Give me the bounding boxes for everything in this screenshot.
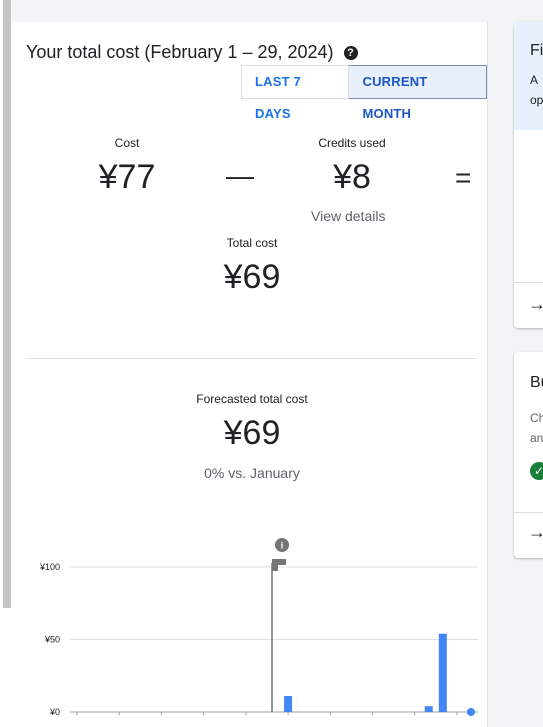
forecast-compare: 0% vs. January [204, 465, 300, 481]
minus-operator: — [226, 160, 254, 191]
y-tick-label: ¥50 [44, 635, 60, 645]
forecast-label: Forecasted total cost [196, 392, 308, 406]
side-card-top-title: Fi [530, 42, 543, 59]
cost-card-title-text: Your total cost (February 1 – 29, 2024) [26, 42, 334, 62]
current-month-button[interactable]: CURRENT MONTH [349, 65, 487, 121]
cost-bar [284, 696, 293, 712]
cost-value: ¥77 [98, 158, 156, 196]
side-card-top: Fi A op → [514, 22, 543, 328]
cost-overview-card: Your total cost (February 1 – 29, 2024) … [12, 22, 488, 727]
cost-label: Cost [114, 136, 140, 150]
total-cost-value: ¥69 [223, 258, 281, 296]
credits-used-value: ¥8 [333, 158, 371, 196]
check-circle-icon: ✓ [530, 462, 543, 480]
last-7-days-button[interactable]: LAST 7 DAYS [241, 65, 350, 121]
event-flag [272, 559, 286, 571]
daily-cost-chart: ¥0¥50¥100Feb 1Feb 4Feb 7Feb 10Feb 13Feb … [32, 517, 482, 727]
side-card-top-header: Fi A op [514, 22, 543, 130]
side-card-top-desc: A op [530, 70, 543, 110]
side-card-top-divider [514, 282, 543, 283]
y-tick-label: ¥100 [39, 562, 60, 572]
arrow-right-icon[interactable]: → [528, 294, 543, 315]
section-divider [26, 358, 476, 359]
period-toggle: LAST 7 DAYS CURRENT MONTH [241, 65, 487, 121]
chart-svg: ¥0¥50¥100Feb 1Feb 4Feb 7Feb 10Feb 13Feb … [39, 538, 478, 727]
total-cost-label: Total cost [226, 236, 278, 250]
side-card-bottom-desc: Ch an [530, 408, 543, 448]
left-scrollbar[interactable] [0, 0, 12, 727]
side-card-top-desc-line2: op [530, 93, 543, 107]
cost-bar [438, 633, 447, 712]
cost-card-title: Your total cost (February 1 – 29, 2024) … [26, 42, 358, 63]
scrollbar-thumb[interactable] [3, 0, 11, 608]
side-card-bottom-divider [514, 512, 543, 513]
view-details-link[interactable]: View details [311, 208, 385, 224]
cost-bar [424, 706, 433, 712]
equals-operator: = [455, 162, 472, 193]
help-icon[interactable]: ? [343, 45, 358, 60]
side-card-bottom: Bu Ch an ✓ → [514, 352, 543, 558]
side-card-top-desc-line1: A [530, 73, 539, 87]
credits-used-label: Credits used [318, 136, 386, 150]
side-card-bottom-title: Bu [530, 374, 543, 391]
y-tick-label: ¥0 [49, 707, 60, 717]
forecast-value: ¥69 [223, 414, 281, 452]
side-card-bottom-desc-line1: Ch [530, 411, 543, 425]
arrow-right-icon[interactable]: → [528, 522, 543, 543]
info-icon-glyph: i [281, 541, 284, 551]
forecast-point [466, 708, 475, 716]
side-card-bottom-desc-line2: an [530, 431, 543, 445]
